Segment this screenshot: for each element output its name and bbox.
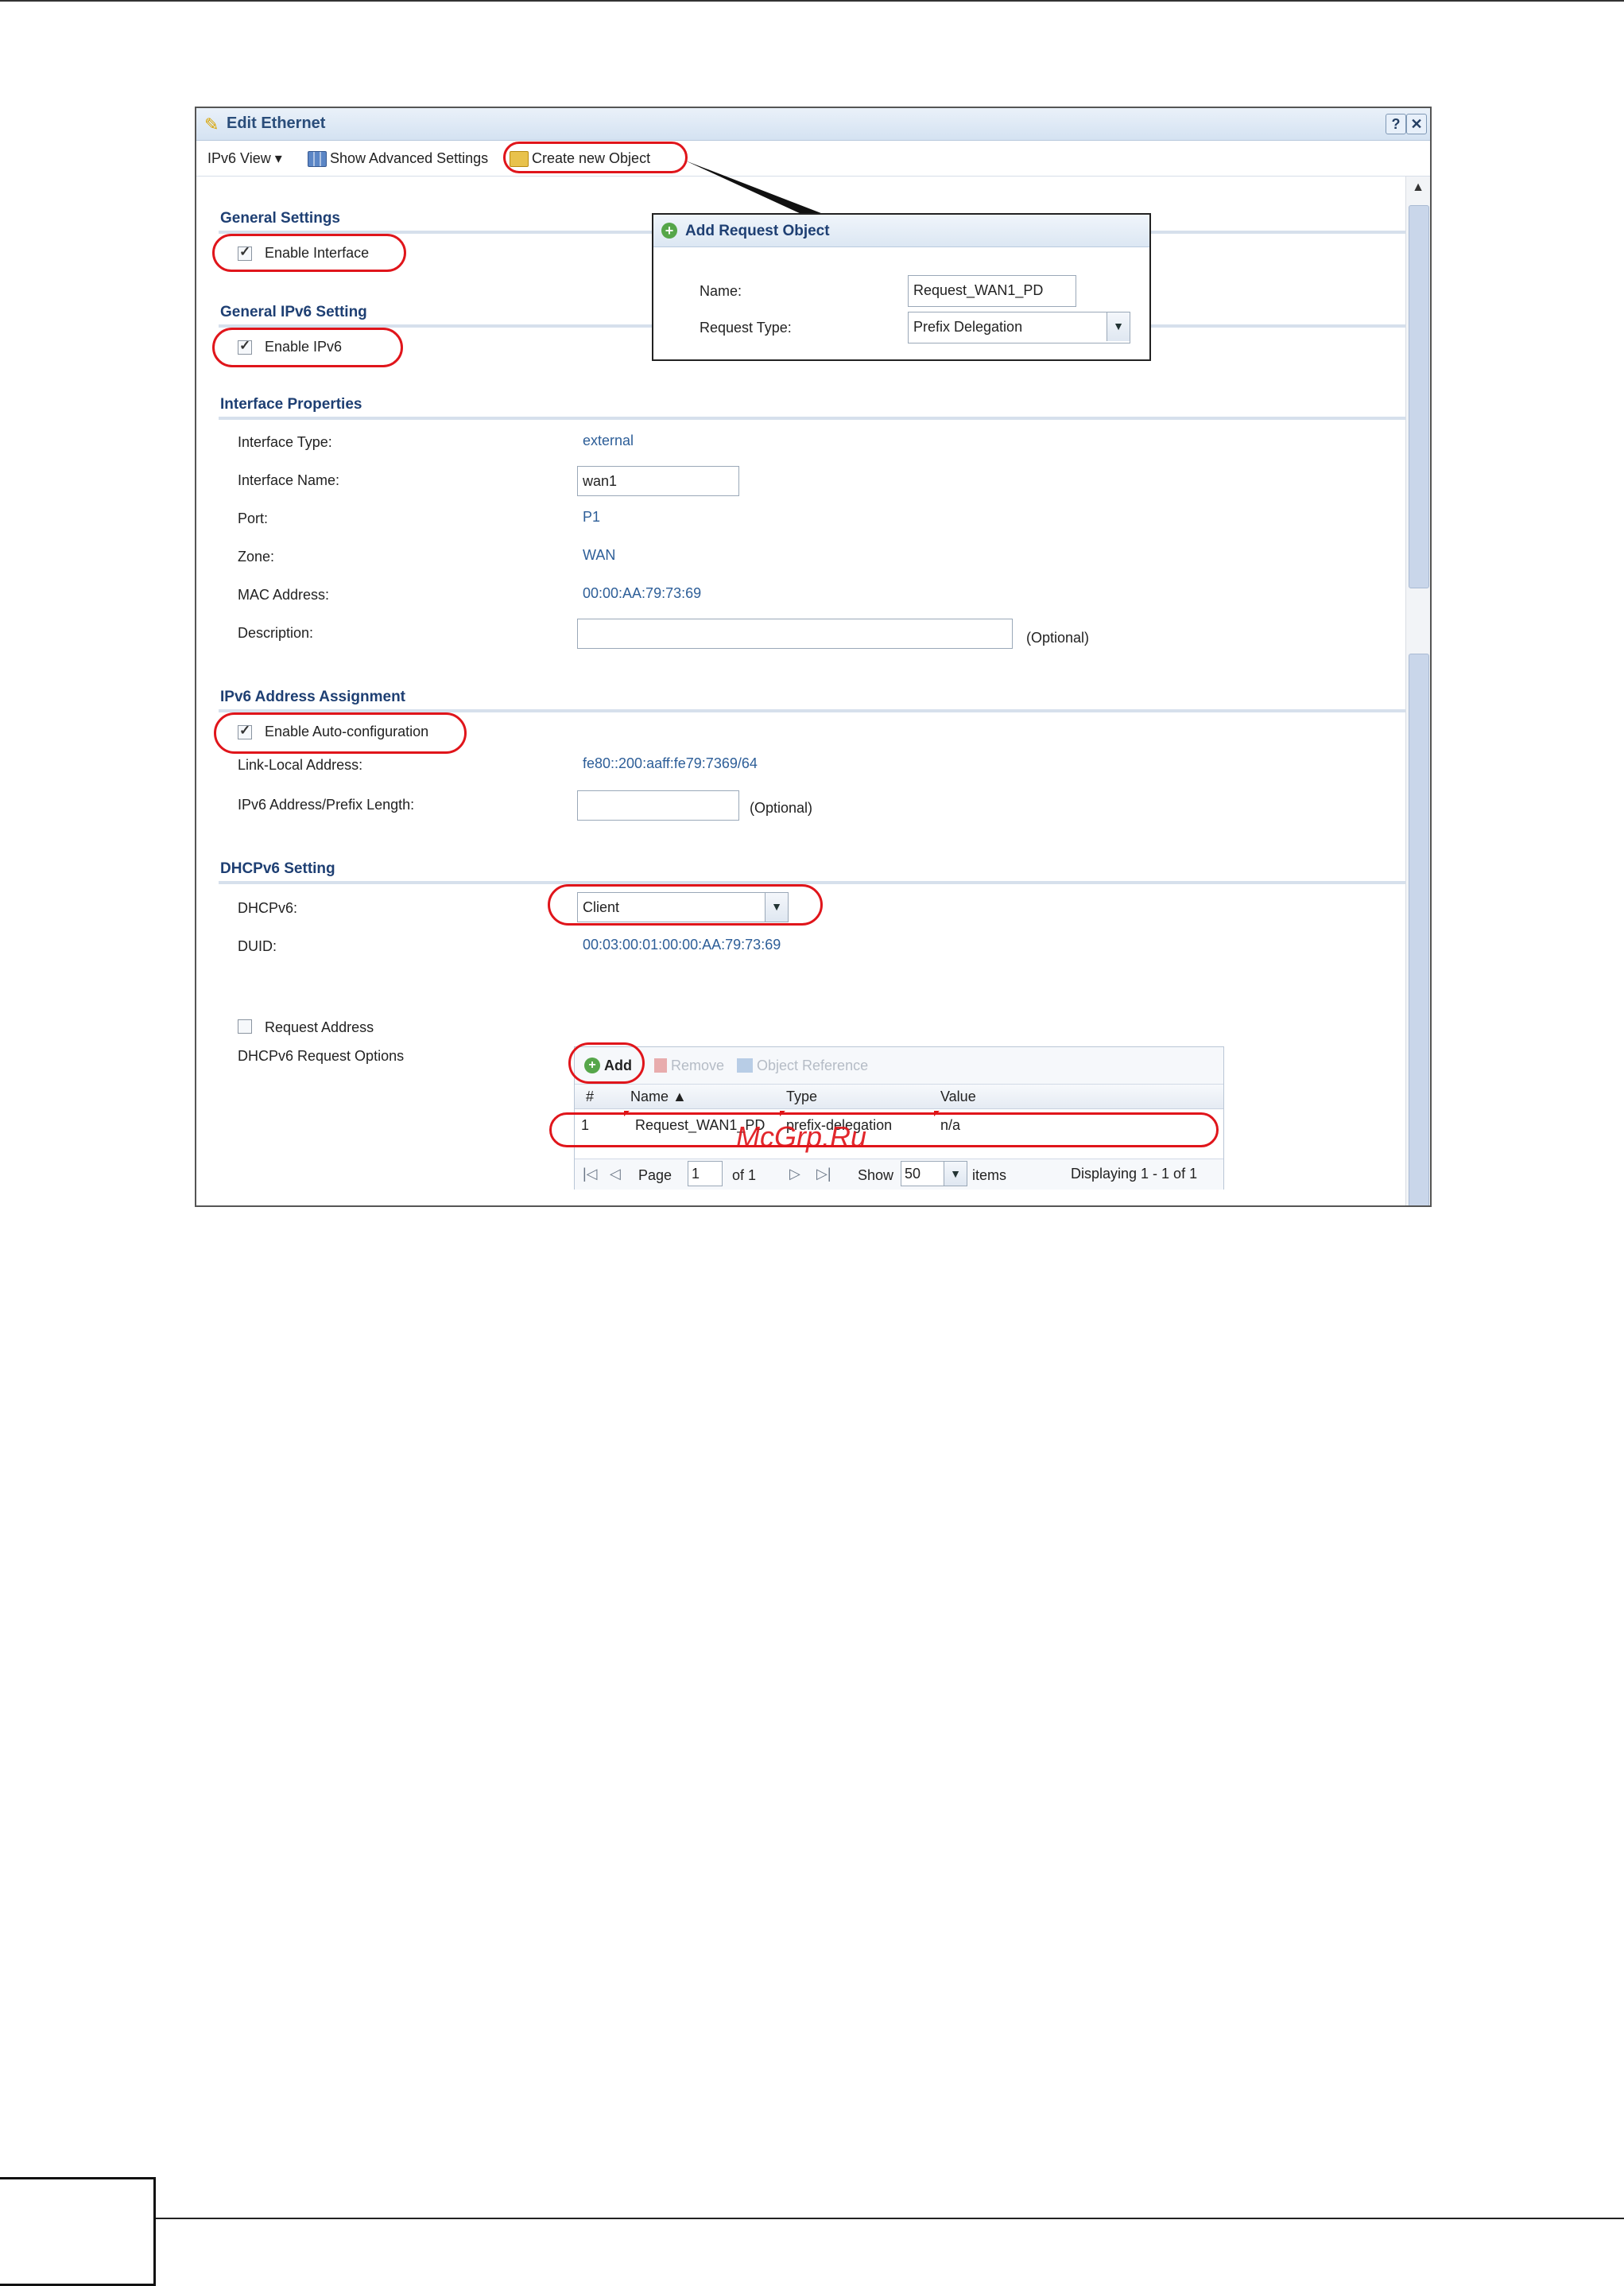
- highlight-create-object: [503, 142, 688, 173]
- watermark: McGrp.Ru: [736, 1120, 867, 1153]
- page-size-select[interactable]: 50 ▼: [901, 1161, 967, 1186]
- port-value: P1: [583, 509, 601, 525]
- scroll-up-icon[interactable]: ▲: [1406, 177, 1430, 199]
- zone-label: Zone:: [238, 549, 275, 565]
- remove-label: Remove: [671, 1057, 725, 1073]
- interface-type-value: external: [583, 433, 634, 448]
- section-general-settings: General Settings: [220, 210, 340, 227]
- interface-name-input[interactable]: wan1: [577, 466, 739, 496]
- remove-button[interactable]: Remove: [654, 1057, 724, 1074]
- ipv6-prefix-optional-hint: (Optional): [750, 800, 813, 816]
- section-dhcpv6: DHCPv6 Setting: [220, 860, 335, 877]
- interface-name-label: Interface Name:: [238, 472, 340, 488]
- description-input[interactable]: [577, 619, 1013, 649]
- column-header-name[interactable]: Name ▲: [630, 1089, 687, 1105]
- dhcpv6-mode-label: DHCPv6:: [238, 900, 298, 916]
- port-label: Port:: [238, 510, 269, 526]
- footer-rule: [156, 2218, 1624, 2219]
- interface-type-label: Interface Type:: [238, 434, 332, 450]
- add-request-object-popup: + Add Request Object Name: Request_WAN1_…: [652, 213, 1151, 361]
- show-advanced-settings-button[interactable]: Show Advanced Settings: [308, 150, 489, 168]
- request-address-checkbox[interactable]: [238, 1019, 252, 1034]
- add-circle-icon: +: [661, 223, 677, 239]
- object-reference-icon: [737, 1058, 753, 1073]
- link-local-value: fe80::200:aaff:fe79:7369/64: [583, 755, 758, 771]
- displaying-summary: Displaying 1 - 1 of 1: [1071, 1166, 1198, 1182]
- grid-header-row: # Name ▲ Type Value: [575, 1085, 1223, 1109]
- mac-address-value: 00:00:AA:79:73:69: [583, 585, 702, 601]
- page-size-value: 50: [905, 1166, 921, 1182]
- column-header-type[interactable]: Type: [786, 1089, 817, 1105]
- zone-value: WAN: [583, 547, 616, 563]
- highlight-enable-interface: [212, 234, 406, 272]
- chevron-down-icon: ▼: [1107, 312, 1130, 341]
- section-ipv6-assignment: IPv6 Address Assignment: [220, 689, 406, 705]
- section-divider: [219, 881, 1411, 884]
- grid-pager: |◁ ◁ Page 1 of 1 ▷ ▷| Show 50 ▼ items Di…: [575, 1159, 1223, 1190]
- request-options-grid: + Add Remove Object Reference # Name ▲ T…: [549, 1042, 1224, 1190]
- highlight-enable-autoconfig: [214, 712, 467, 754]
- edit-pencil-icon: ✎: [204, 114, 219, 134]
- highlight-dhcpv6-mode: [548, 884, 823, 926]
- scroll-thumb[interactable]: [1409, 205, 1429, 588]
- link-local-label: Link-Local Address:: [238, 757, 363, 773]
- column-header-number: #: [586, 1089, 595, 1104]
- show-advanced-label: Show Advanced Settings: [330, 150, 489, 166]
- object-reference-label: Object Reference: [757, 1057, 869, 1073]
- popup-name-input[interactable]: Request_WAN1_PD: [908, 275, 1076, 307]
- show-label: Show: [858, 1167, 894, 1183]
- description-label: Description:: [238, 625, 314, 641]
- last-page-icon[interactable]: ▷|: [816, 1166, 831, 1182]
- page-of-label: of 1: [732, 1167, 757, 1183]
- items-label: items: [972, 1167, 1007, 1183]
- object-reference-button[interactable]: Object Reference: [737, 1057, 868, 1074]
- column-header-value[interactable]: Value: [940, 1089, 976, 1105]
- popup-title-bar: + Add Request Object: [653, 215, 1149, 247]
- next-page-icon[interactable]: ▷: [789, 1166, 800, 1182]
- prev-page-icon[interactable]: ◁: [610, 1166, 621, 1182]
- page-top-rule: [0, 0, 1624, 2]
- mac-address-label: MAC Address:: [238, 587, 330, 603]
- duid-value: 00:03:00:01:00:00:AA:79:73:69: [583, 937, 781, 953]
- ipv6-prefix-input[interactable]: [577, 790, 739, 821]
- highlight-add-button: [568, 1042, 645, 1084]
- footer-page-box: [0, 2177, 156, 2286]
- highlight-table-row: [549, 1112, 1219, 1147]
- duid-label: DUID:: [238, 938, 277, 954]
- section-divider: [219, 417, 1411, 420]
- dhcpv6-request-options-label: DHCPv6 Request Options: [238, 1048, 405, 1064]
- highlight-enable-ipv6: [212, 328, 403, 367]
- popup-request-type-label: Request Type:: [700, 320, 792, 336]
- grid-toolbar: + Add Remove Object Reference: [575, 1047, 1223, 1085]
- section-general-ipv6: General IPv6 Setting: [220, 304, 367, 320]
- first-page-icon[interactable]: |◁: [583, 1166, 598, 1182]
- ipv6-prefix-label: IPv6 Address/Prefix Length:: [238, 797, 415, 813]
- columns-icon: [308, 151, 327, 168]
- request-address-label: Request Address: [265, 1019, 374, 1035]
- scroll-track-segment: [1409, 654, 1429, 1205]
- section-interface-properties: Interface Properties: [220, 396, 362, 413]
- popup-request-type-value: Prefix Delegation: [913, 319, 1023, 335]
- close-button[interactable]: ✕: [1406, 114, 1427, 134]
- trash-icon: [654, 1058, 667, 1073]
- page-number-input[interactable]: 1: [688, 1161, 723, 1186]
- vertical-scrollbar[interactable]: ▲: [1405, 177, 1430, 1205]
- page-label: Page: [638, 1167, 672, 1183]
- help-button[interactable]: ?: [1386, 114, 1406, 134]
- chevron-down-icon: ▼: [944, 1162, 967, 1186]
- popup-title: Add Request Object: [685, 223, 830, 239]
- title-bar: ✎ Edit Ethernet ? ✕: [196, 108, 1430, 141]
- ipv6-view-menu[interactable]: IPv6 View ▾: [207, 150, 282, 167]
- window-title: Edit Ethernet: [227, 114, 326, 132]
- popup-request-type-select[interactable]: Prefix Delegation ▼: [908, 312, 1130, 343]
- popup-name-label: Name:: [700, 283, 742, 299]
- description-optional-hint: (Optional): [1026, 630, 1090, 646]
